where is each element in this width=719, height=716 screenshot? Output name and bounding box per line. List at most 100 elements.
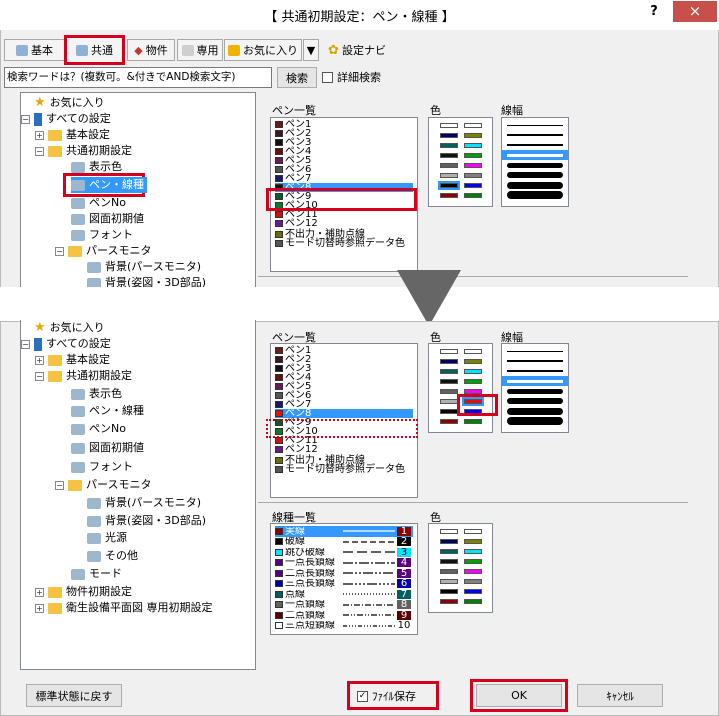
color-swatch[interactable] [463,598,482,604]
tree-item-font[interactable]: フォント [71,459,133,475]
color-swatch[interactable] [463,192,482,198]
tree-item-zumen[interactable]: 図面初期値 [71,211,144,227]
line-width-option[interactable] [502,396,568,406]
expand-icon[interactable]: + [35,130,44,140]
line-type-item[interactable]: 三点短鎖線 10 [275,621,413,632]
tree-item-all[interactable]: − すべての設定 [21,111,111,127]
tree-item-haikei[interactable]: 背景(パースモニタ) [87,495,201,511]
color-swatch[interactable] [463,182,482,188]
tree-item-zumen[interactable]: 図面初期値 [71,440,144,456]
checkbox-box[interactable] [322,71,333,83]
tree-item-kyotsu[interactable]: − 共通初期設定 [35,368,132,384]
color-swatch[interactable] [463,122,482,128]
color-grid-bottom[interactable] [428,343,493,433]
line-width-option[interactable] [502,376,568,386]
tree-item-bukken[interactable]: + 物件初期設定 [35,584,132,600]
checkmark-icon[interactable]: ✓ [357,690,368,702]
line-width-option[interactable] [502,140,568,150]
color-swatch[interactable] [439,418,458,424]
collapse-icon[interactable]: − [21,114,30,124]
tree-item-favorites[interactable]: ★ お気に入り [34,95,105,111]
tree-item-kihon[interactable]: + 基本設定 [35,352,110,368]
color-swatch[interactable] [439,598,458,604]
cancel-button[interactable]: ｷｬﾝｾﾙ [577,684,663,707]
expand-icon[interactable]: + [35,587,44,597]
line-width-option[interactable] [502,406,568,416]
line-type-item[interactable]: 一点鎖線 8 [275,600,413,611]
color-swatch[interactable] [463,172,482,178]
line-width-option[interactable] [502,366,568,376]
line-width-option[interactable] [502,386,568,396]
tab-kyotsu[interactable]: 共通 [64,35,125,65]
tree-item-kyotsu[interactable]: − 共通初期設定 [35,143,132,159]
tree-item-penno[interactable]: ペンNo [71,195,126,211]
line-width-option[interactable] [502,170,568,180]
line-width-option[interactable] [502,130,568,140]
color-swatch[interactable] [463,568,482,574]
detail-search-checkbox[interactable]: 詳細検索 [322,69,381,85]
color-swatch[interactable] [439,132,458,138]
color-swatch[interactable] [463,152,482,158]
color-swatch[interactable] [439,538,458,544]
collapse-icon[interactable]: − [55,480,64,490]
tree-item-penno[interactable]: ペンNo [71,421,126,437]
line-type-item[interactable]: 一点長鎖線 4 [275,558,413,569]
line-type-item[interactable]: 二点長鎖線 5 [275,568,413,579]
color-swatch[interactable] [439,122,458,128]
color-swatch[interactable] [439,568,458,574]
line-width-option[interactable] [502,190,568,200]
help-button[interactable]: ? [640,4,668,24]
collapse-icon[interactable]: − [21,339,30,349]
line-width-option[interactable] [502,180,568,190]
line-type-item[interactable]: 二点鎖線 9 [275,610,413,621]
line-type-item[interactable]: 点線 7 [275,589,413,600]
color-swatch[interactable] [439,368,458,374]
search-input[interactable]: 検索ワードは？(複数可。&付きでAND検索文字) [4,67,272,88]
color-swatch[interactable] [439,408,458,414]
tree-item-pen-senshu[interactable]: ペン・線種 [71,403,144,419]
width-grid-bottom[interactable] [501,343,569,433]
width-grid-top[interactable] [501,117,569,207]
settings-navi-button[interactable]: ✿ 設定ナビ [321,39,393,61]
tree-item-font[interactable]: フォント [71,227,133,243]
tree-item-mode[interactable]: モード [71,566,122,582]
tree-item-eisei[interactable]: + 衛生設備平面図 専用初期設定 [35,600,213,616]
save-file-checkbox[interactable]: ✓ ﾌｧｲﾙ保存 [357,688,416,704]
pen-list-item[interactable]: モード切替時参照データ色 [275,465,413,475]
tree-item-haikei[interactable]: 背景(パースモニタ) [87,259,201,275]
color-swatch[interactable] [463,558,482,564]
line-width-option[interactable] [502,416,568,426]
search-button[interactable]: 検索 [277,67,317,88]
color-swatch[interactable] [437,180,460,190]
color-swatch[interactable] [439,162,458,168]
line-width-option[interactable] [502,150,568,160]
line-type-item[interactable]: 三点長鎖線 6 [275,579,413,590]
expand-icon[interactable]: + [35,603,44,613]
color-swatch[interactable] [439,348,458,354]
tree-item-all[interactable]: − すべての設定 [21,336,111,352]
tree-item-sonota[interactable]: その他 [87,548,138,564]
color-swatch[interactable] [463,578,482,584]
line-type-item[interactable]: 実線 1 [275,526,413,537]
color-swatch[interactable] [439,528,458,534]
line-width-option[interactable] [502,120,568,130]
tree-item-perse[interactable]: − パースモニタ [55,243,151,259]
color-swatch[interactable] [463,538,482,544]
color-swatch[interactable] [439,588,458,594]
color-swatch[interactable] [463,588,482,594]
color-swatch[interactable] [439,142,458,148]
line-color-grid[interactable] [428,523,493,613]
color-swatch[interactable] [439,558,458,564]
line-type-item[interactable]: 破線 2 [275,537,413,548]
tab-senyo[interactable]: 専用 [177,39,223,61]
color-swatch[interactable] [463,358,482,364]
color-swatch[interactable] [463,132,482,138]
color-swatch[interactable] [463,548,482,554]
tree-item-hyojishoku[interactable]: 表示色 [71,386,122,402]
color-swatch[interactable] [439,358,458,364]
pen-list-item[interactable]: モード切替時参照データ色 [275,239,413,249]
pen-list-item[interactable]: ペン12 [275,219,413,229]
favorite-dropdown-button[interactable]: ▼ [303,39,319,61]
color-swatch[interactable] [463,388,482,394]
color-swatch[interactable] [439,398,458,404]
